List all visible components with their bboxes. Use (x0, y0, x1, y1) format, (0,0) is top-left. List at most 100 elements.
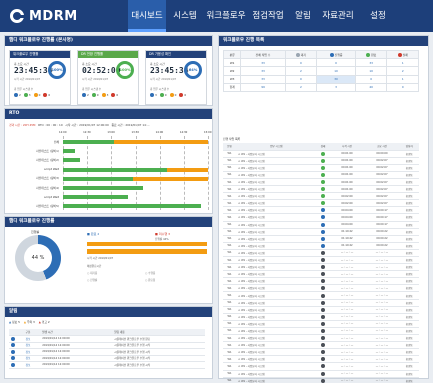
gantt-bar[interactable] (63, 186, 143, 190)
detail-row[interactable]: W1 ⚠ W1 - 사업본사 시스템 — : — : — — : — : — 홍길동 (223, 377, 419, 383)
detail-system-name: W1 - 사업본사 시스템 (241, 344, 265, 348)
detail-row[interactable]: W1 ⚠ W1 - 사업본사 시스템 — : — : — — : — : — 홍길동 (223, 320, 419, 328)
detail-system: ⚠ W1 - 사업본사 시스템 (236, 313, 317, 321)
summary-cell[interactable]: 33 (240, 66, 286, 76)
detail-status (316, 362, 330, 371)
gantt-row-label: 사전테스트 (장비4) (36, 185, 59, 190)
gantt-bar[interactable] (63, 140, 114, 144)
menu-item-0[interactable]: 대시보드 (128, 0, 166, 32)
gantt-bar[interactable] (63, 195, 129, 200)
alarm-table: 구분 발생 시간 알림 내용 정보 2019/01/14 12:00:00 시뮬레이션 … (9, 329, 205, 369)
gantt-bar[interactable] (63, 176, 133, 181)
detail-row[interactable]: W1 ⚠ W1 - 사업본사 시스템 — : — : — — : — : — 홍길동 (223, 256, 419, 265)
status-heading: 예상완료시간 (87, 265, 102, 268)
detail-owner: 홍길동 (399, 348, 419, 357)
detail-row[interactable]: W1 ⚠ W1 - 사업본사 시스템 00:01:00 00:02:07 홍길동 (223, 164, 419, 172)
detail-row[interactable]: W1 ⚠ W1 - 사업본사 시스템 — : — : — — : — : — 홍길동 (223, 306, 419, 314)
summary-cell[interactable]: 40 (354, 82, 388, 92)
summary-cell[interactable]: 0 (284, 74, 318, 84)
summary-cell[interactable]: 1 (386, 74, 419, 84)
detail-category: W1 (223, 291, 237, 300)
detail-row[interactable]: W1 ⚠ W1 - 사업본사 시스템 00:01:00 00:02:07 홍길동 (223, 157, 419, 165)
menu-item-5[interactable]: 자료관리 (318, 0, 358, 32)
detail-row[interactable]: W1 ⚠ W1 - 사업본사 시스템 — : — : — — : — : — 홍길동 (223, 370, 419, 378)
detail-row[interactable]: W1 ⚠ W1 - 사업본사 시스템 — : — : — — : — : — 홍길동 (223, 362, 419, 371)
summary-cell[interactable]: 0 (354, 74, 388, 84)
summary-header-label: 대기 (300, 52, 306, 57)
summary-cell[interactable]: 10 (354, 66, 388, 76)
gantt-bar[interactable] (167, 167, 208, 172)
gantt-bar[interactable] (132, 176, 208, 181)
app-logo[interactable]: MDRM (10, 7, 78, 25)
detail-row[interactable]: W1 ⚠ W1 - 사업본사 시스템 00:01:00 00:02:07 홍길동 (223, 171, 419, 179)
detail-row[interactable]: W1 ⚠ W1 - 사업본사 시스템 01:19:22 00:00:22 홍길동 (223, 242, 419, 250)
detail-row[interactable]: W1 ⚠ W1 - 사업본사 시스템 01:19:22 00:00:22 홍길동 (223, 235, 419, 243)
workflow-cards-panel: 햄디 워크플로우 진행률 (본사명) 워크플로우 진행률 총 소요 시간 23:45… (4, 35, 213, 106)
gantt-bar[interactable] (63, 149, 75, 154)
summary-cell[interactable]: 33 (354, 58, 388, 68)
summary-cell[interactable]: 0 (284, 58, 318, 68)
summary-cell[interactable]: 10 (316, 66, 356, 76)
detail-row[interactable]: W1 ⚠ W1 - 사업본사 시스템 — : — : — — : — : — 홍길동 (223, 348, 419, 357)
detail-owner: 홍길동 (399, 150, 419, 158)
detail-status (316, 242, 330, 250)
detail-category: W1 (223, 306, 237, 314)
summary-cell[interactable]: 2 (386, 66, 419, 76)
detail-row[interactable]: W1 ⚠ W1 - 사업본사 시스템 — : — : — — : — : — 홍길동 (223, 355, 419, 364)
alarm-badge[interactable]: ▲ 주의 3 (24, 320, 35, 324)
detail-row[interactable]: W1 ⚠ W1 - 사업본사 시스템 — : — : — — : — : — 홍길동 (223, 263, 419, 272)
detail-row[interactable]: W1 ⚠ W1 - 사업본사 시스템 — : — : — — : — : — 홍길동 (223, 249, 419, 258)
detail-system: ⚠ W1 - 사업본사 시스템 (236, 164, 317, 172)
summary-cell[interactable]: 3 (316, 82, 356, 92)
summary-cell[interactable]: 33 (240, 58, 286, 68)
menu-item-6[interactable]: 설정 (358, 0, 398, 32)
summary-cell[interactable]: 2 (284, 66, 318, 76)
workflow-card[interactable]: DR 가용성 확인 총 소요 시간 23:45:34 시작 시간 2019/01/07… (145, 50, 207, 105)
summary-cell[interactable]: 99 (240, 82, 286, 92)
summary-cell[interactable]: 30 (316, 74, 356, 84)
alarm-badge[interactable]: ▲ 경고 2 (39, 320, 50, 324)
menu-item-1[interactable]: 시스템 (166, 0, 204, 32)
detail-row[interactable]: W1 ⚠ W1 - 사업본사 시스템 — : — : — — : — : — 홍길동 (223, 327, 419, 336)
detail-owner: 홍길동 (399, 377, 419, 383)
detail-row[interactable]: W1 ⚠ W1 - 사업본사 시스템 00:01:00 00:02:07 홍길동 (223, 178, 419, 187)
detail-duration: — : — : — (364, 299, 400, 307)
detail-row[interactable]: W1 ⚠ W1 - 사업본사 시스템 — : — : — — : — : — 홍길동 (223, 270, 419, 279)
detail-system: ⚠ W1 - 사업본사 시스템 (236, 235, 317, 243)
detail-row[interactable]: W1 ⚠ W1 - 사업본사 시스템 00:02:00 00:02:07 홍길동 (223, 199, 419, 208)
alarm-badge[interactable]: ▲ 정보 5 (9, 320, 20, 324)
alarm-row[interactable]: 정보 2019/01/14 12:00:00 시뮬레이션 워크플로우 수행 시작 (9, 361, 205, 369)
gantt-bar[interactable] (63, 158, 81, 163)
workflow-card[interactable]: DR 전환 진행률 총 소요 시간 02:52:00 시작 시간 2019/01/07… (77, 50, 139, 105)
detail-row[interactable]: W1 ⚠ W1 - 사업본사 시스템 00:02:00 00:02:07 홍길동 (223, 192, 419, 201)
detail-row[interactable]: W1 ⚠ W1 - 사업본사 시스템 — : — : — — : — : — 홍길동 (223, 277, 419, 286)
detail-status (316, 370, 330, 378)
menu-item-4[interactable]: 알림 (288, 0, 318, 32)
detail-row[interactable]: W1 ⚠ W1 - 사업본사 시스템 00:01:00 00:00:00 홍길동 (223, 150, 419, 158)
summary-cell[interactable]: 33 (240, 74, 286, 84)
detail-row[interactable]: W1 ⚠ W1 - 사업본사 시스템 — : — : — — : — : — 홍길동 (223, 334, 419, 343)
detail-system: ⚠ W1 - 사업본사 시스템 (236, 277, 317, 286)
detail-row[interactable]: W1 ⚠ W1 - 사업본사 시스템 — : — : — — : — : — 홍길동 (223, 284, 419, 293)
detail-row[interactable]: W1 ⚠ W1 - 사업본사 시스템 00:04:00 00:00:17 홍길동 (223, 221, 419, 229)
detail-row[interactable]: W1 ⚠ W1 - 사업본사 시스템 00:04:00 00:00:17 홍길동 (223, 213, 419, 222)
detail-row[interactable]: W1 ⚠ W1 - 사업본사 시스템 — : — : — — : — : — 홍길동 (223, 299, 419, 307)
summary-cell[interactable]: 0 (316, 58, 356, 68)
detail-row[interactable]: W1 ⚠ W1 - 사업본사 시스템 01:19:22 00:00:22 홍길동 (223, 228, 419, 236)
menu-item-3[interactable]: 점검작업 (248, 0, 288, 32)
gantt-bar[interactable] (63, 204, 201, 209)
menu-item-2[interactable]: 워크플로우 (204, 0, 248, 32)
detail-row[interactable]: W1 ⚠ W1 - 사업본사 시스템 00:04:00 00:00:17 홍길동 (223, 206, 419, 215)
gantt-bar[interactable] (113, 140, 208, 144)
workflow-card[interactable]: 워크플로우 진행률 총 소요 시간 23:45:34 시작 시간 2019/01/07… (9, 50, 71, 105)
detail-row[interactable]: W1 ⚠ W1 - 사업본사 시스템 — : — : — — : — : — 홍길동 (223, 291, 419, 300)
detail-row[interactable]: W1 ⚠ W1 - 사업본사 시스템 — : — : — — : — : — 홍길동 (223, 341, 419, 350)
summary-cell[interactable]: 1 (386, 58, 419, 68)
summary-cell[interactable]: 0 (386, 82, 419, 92)
detail-row[interactable]: W1 ⚠ W1 - 사업본사 시스템 — : — : — — : — : — 홍길동 (223, 313, 419, 321)
gantt-bar[interactable] (63, 167, 168, 172)
detail-duration: 00:00:17 (364, 221, 400, 229)
detail-start: — : — : — (329, 306, 365, 314)
detail-row[interactable]: W1 ⚠ W1 - 사업본사 시스템 00:01:00 00:02:07 홍길동 (223, 185, 419, 194)
summary-cell[interactable]: 2 (284, 82, 318, 92)
